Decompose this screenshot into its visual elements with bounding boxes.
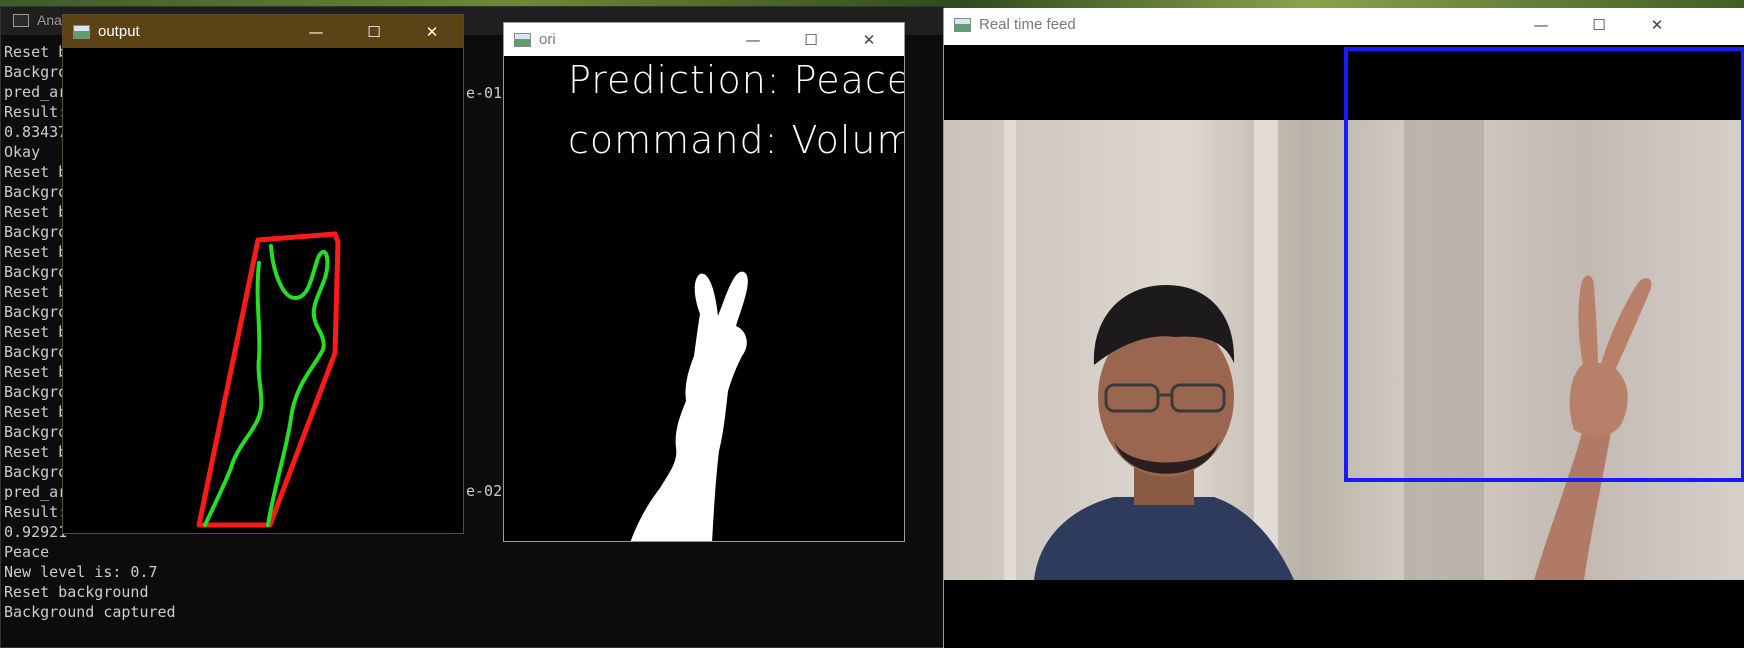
close-icon: ✕ bbox=[425, 23, 439, 41]
window-icon bbox=[73, 25, 90, 39]
hand-contour bbox=[203, 261, 264, 527]
console-title: Ana bbox=[37, 12, 62, 28]
close-button[interactable]: ✕ bbox=[846, 27, 892, 53]
maximize-icon: ☐ bbox=[367, 23, 381, 41]
maximize-button[interactable]: ☐ bbox=[1576, 12, 1622, 38]
window-icon bbox=[954, 18, 971, 32]
ori-titlebar[interactable]: ori — ☐ ✕ bbox=[504, 23, 904, 56]
minimize-icon: — bbox=[1533, 16, 1549, 34]
console-line: Peace bbox=[4, 543, 50, 561]
camera-feed bbox=[944, 45, 1744, 648]
feed-titlebar[interactable]: Real time feed — ☐ ✕ bbox=[944, 8, 1744, 45]
output-canvas bbox=[63, 48, 463, 533]
console-fragment: e-02 bbox=[466, 482, 503, 500]
ori-window[interactable]: ori — ☐ ✕ Prediction: Peace command: Vol… bbox=[503, 22, 905, 542]
console-line: New level is: 0.7 bbox=[4, 563, 158, 581]
output-window[interactable]: output — ☐ ✕ bbox=[62, 14, 464, 534]
feed-window[interactable]: Real time feed — ☐ ✕ bbox=[943, 8, 1744, 648]
maximize-button[interactable]: ☐ bbox=[788, 27, 834, 53]
close-button[interactable]: ✕ bbox=[1634, 12, 1680, 38]
console-icon bbox=[13, 14, 29, 27]
minimize-button[interactable]: — bbox=[293, 19, 339, 45]
console-line: Reset background bbox=[4, 583, 149, 601]
window-title: output bbox=[98, 23, 140, 40]
minimize-icon: — bbox=[308, 23, 324, 41]
window-title: Real time feed bbox=[979, 16, 1076, 33]
minimize-button[interactable]: — bbox=[730, 27, 776, 53]
window-title: ori bbox=[539, 31, 556, 48]
hand-silhouette bbox=[630, 271, 748, 541]
contour-overlay bbox=[196, 231, 341, 528]
console-line: Background captured bbox=[4, 603, 176, 621]
threshold-canvas: Prediction: Peace command: Volum bbox=[504, 56, 904, 541]
minimize-icon: — bbox=[745, 31, 761, 49]
maximize-icon: ☐ bbox=[1592, 16, 1606, 34]
close-icon: ✕ bbox=[862, 31, 876, 49]
console-fragment: e-01 bbox=[466, 84, 503, 102]
minimize-button[interactable]: — bbox=[1518, 12, 1564, 38]
maximize-icon: ☐ bbox=[804, 31, 818, 49]
camera-frame bbox=[944, 45, 1744, 648]
hand-contour bbox=[266, 244, 330, 527]
close-button[interactable]: ✕ bbox=[409, 19, 455, 45]
maximize-button[interactable]: ☐ bbox=[351, 19, 397, 45]
convex-hull bbox=[196, 231, 341, 528]
output-titlebar[interactable]: output — ☐ ✕ bbox=[63, 15, 463, 48]
window-icon bbox=[514, 33, 531, 47]
close-icon: ✕ bbox=[1650, 16, 1664, 34]
